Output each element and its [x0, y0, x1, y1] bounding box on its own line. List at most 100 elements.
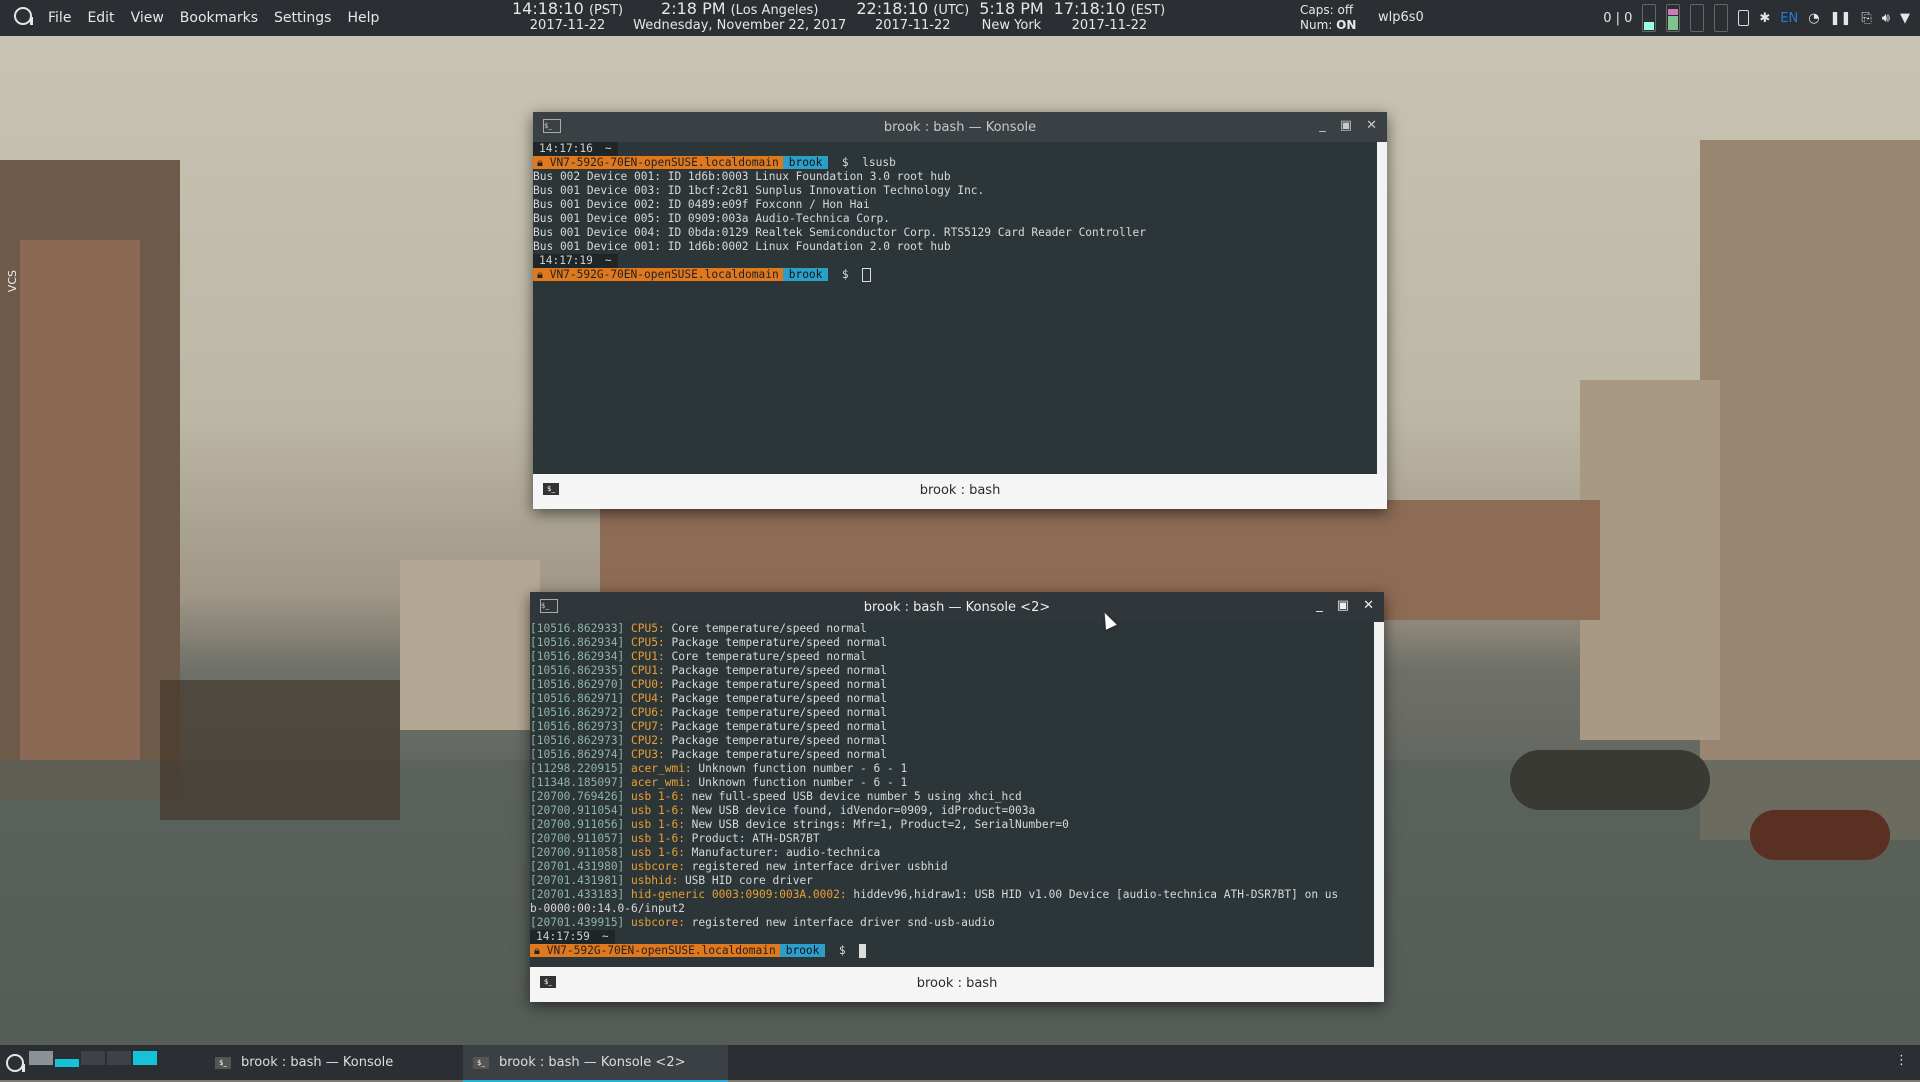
keyboard-indicator[interactable]: Caps: off Num: ON: [1300, 3, 1356, 33]
maximize-button[interactable]: ▣: [1337, 598, 1349, 613]
log-device: usb 1-6:: [631, 790, 685, 803]
cpu-meter[interactable]: [1642, 4, 1657, 32]
taskbar-item-konsole-2[interactable]: $_ brook : bash — Konsole <2>: [463, 1045, 728, 1082]
minimize-button[interactable]: _: [1319, 118, 1326, 133]
clock-date: New York: [981, 18, 1042, 33]
clock-est[interactable]: 17:18:10 (EST) 2017-11-22: [1054, 1, 1166, 34]
clock-date: Wednesday, November 22, 2017: [633, 18, 847, 33]
clock-date: 2017-11-22: [529, 18, 606, 33]
log-message: New USB device strings: Mfr=1, Product=2…: [684, 818, 1069, 831]
log-line: [10516.862970] CPU0: Package temperature…: [530, 678, 1338, 692]
clock-zone: (Los Angeles): [730, 3, 819, 18]
log-timestamp: [10516.862970]: [530, 678, 625, 691]
disk-meter[interactable]: [1714, 4, 1729, 32]
menu-file[interactable]: File: [40, 10, 79, 26]
prompt-time: 14:17:16: [533, 142, 599, 156]
clock-date: 2017-11-22: [874, 18, 951, 33]
log-line: [10516.862973] CPU2: Package temperature…: [530, 734, 1338, 748]
log-timestamp: [10516.862973]: [530, 734, 625, 747]
dropdown-icon[interactable]: ▼: [1900, 11, 1910, 26]
konsole-window-1[interactable]: $_ brook : bash — Konsole _ ▣ ✕ 14:17:16…: [533, 112, 1387, 509]
clock-pst[interactable]: 14:18:10 (PST) 2017-11-22: [512, 1, 623, 34]
log-timestamp: [10516.862934]: [530, 636, 625, 649]
desktop-4[interactable]: [107, 1051, 131, 1065]
desktop-1[interactable]: [29, 1051, 53, 1065]
counter-display[interactable]: 0 | 0: [1603, 11, 1632, 26]
prompt-user: brook: [779, 944, 826, 957]
log-device: usb 1-6:: [631, 818, 685, 831]
desktop-3[interactable]: [81, 1051, 105, 1065]
log-line: [11348.185097] acer_wmi: Unknown functio…: [530, 776, 1338, 790]
log-timestamp: [20700.911054]: [530, 804, 625, 817]
tab-brook-bash[interactable]: brook : bash: [530, 976, 1384, 991]
output-line: Bus 001 Device 004: ID 0bda:0129 Realtek…: [533, 226, 1146, 239]
app-launcher-icon[interactable]: [6, 1054, 25, 1076]
output-line: Bus 002 Device 001: ID 1d6b:0003 Linux F…: [533, 170, 951, 183]
bluetooth-icon[interactable]: ✱: [1759, 11, 1770, 26]
scrollbar[interactable]: [1377, 142, 1387, 474]
log-timestamp: [10516.862973]: [530, 720, 625, 733]
log-line: [20701.431980] usbcore: registered new i…: [530, 860, 1338, 874]
lock-icon: 🔒︎: [537, 268, 543, 281]
keyboard-layout[interactable]: EN: [1780, 11, 1798, 26]
menu-bookmarks[interactable]: Bookmarks: [172, 10, 266, 26]
log-device: CPU1:: [631, 664, 665, 677]
battery-icon[interactable]: [1738, 10, 1750, 26]
clock-group[interactable]: 14:18:10 (PST) 2017-11-22 2:18 PM (Los A…: [512, 0, 1166, 34]
log-line: b-0000:00:14.0-6/input2: [530, 902, 1338, 916]
memory-meter[interactable]: [1666, 4, 1681, 32]
log-message: Unknown function number - 6 - 1: [691, 776, 908, 789]
window-titlebar[interactable]: $_ brook : bash — Konsole <2> _ ▣ ✕: [530, 592, 1384, 622]
prompt-host: 🔒︎ VN7-592G-70EN-openSUSE.localdomain: [533, 268, 783, 281]
log-timestamp: [10516.862935]: [530, 664, 625, 677]
panel-options-icon[interactable]: ⋮: [1895, 1053, 1908, 1068]
taskbar-item-konsole-1[interactable]: $_ brook : bash — Konsole: [205, 1045, 465, 1080]
window-titlebar[interactable]: $_ brook : bash — Konsole _ ▣ ✕: [533, 112, 1387, 142]
clip-icon[interactable]: ⎘: [1861, 11, 1871, 26]
menu-edit[interactable]: Edit: [79, 10, 122, 26]
close-button[interactable]: ✕: [1366, 118, 1377, 133]
log-device: CPU5:: [631, 622, 665, 635]
clock-new-york[interactable]: 5:18 PM New York: [979, 1, 1043, 34]
virtual-desktop-pager[interactable]: [28, 1051, 158, 1067]
minimize-button[interactable]: _: [1316, 598, 1323, 613]
caps-value: off: [1337, 3, 1354, 17]
menu-view[interactable]: View: [123, 10, 172, 26]
prompt-timestamp-line: 14:17:59 ~: [530, 930, 1338, 944]
desktop-5[interactable]: [133, 1051, 157, 1065]
prompt-line: 🔒︎ VN7-592G-70EN-openSUSE.localdomain bro…: [533, 156, 1146, 170]
log-message: Core temperature/speed normal: [664, 650, 867, 663]
maximize-button[interactable]: ▣: [1340, 118, 1352, 133]
scrollbar[interactable]: [1374, 622, 1384, 967]
clock-time: 2:18 PM: [661, 0, 726, 18]
swap-meter[interactable]: [1690, 4, 1705, 32]
menu-help[interactable]: Help: [339, 10, 387, 26]
log-message: registered new interface driver snd-usb-…: [684, 916, 995, 929]
terminal-output[interactable]: 14:17:16 ~ 🔒︎ VN7-592G-70EN-openSUSE.local…: [533, 142, 1146, 282]
wifi-icon[interactable]: ◔: [1808, 11, 1819, 26]
task-label: brook : bash — Konsole <2>: [499, 1055, 686, 1070]
log-line: [11298.220915] acer_wmi: Unknown functio…: [530, 762, 1338, 776]
pause-icon[interactable]: ❚❚: [1830, 11, 1852, 26]
tab-bar: $_ brook : bash: [533, 474, 1387, 509]
volume-icon[interactable]: 🔊︎: [1882, 11, 1890, 26]
desktop-2[interactable]: [55, 1059, 79, 1067]
terminal-output[interactable]: [10516.862933] CPU5: Core temperature/sp…: [530, 622, 1338, 958]
clock-los-angeles[interactable]: 2:18 PM (Los Angeles) Wednesday, Novembe…: [633, 0, 847, 34]
menu-settings[interactable]: Settings: [266, 10, 339, 26]
log-timestamp: [10516.862972]: [530, 706, 625, 719]
log-timestamp: [11348.185097]: [530, 776, 625, 789]
konsole-window-2[interactable]: $_ brook : bash — Konsole <2> _ ▣ ✕ [105…: [530, 592, 1384, 1002]
close-button[interactable]: ✕: [1363, 598, 1374, 613]
log-timestamp: [20701.431980]: [530, 860, 625, 873]
tab-brook-bash[interactable]: brook : bash: [533, 483, 1387, 498]
log-line: [10516.862934] CPU1: Core temperature/sp…: [530, 650, 1338, 664]
clock-date: 2017-11-22: [1071, 18, 1148, 33]
clock-zone: (UTC): [933, 3, 970, 18]
log-message: Package temperature/speed normal: [664, 734, 888, 747]
app-launcher-icon[interactable]: [6, 7, 40, 29]
clock-utc[interactable]: 22:18:10 (UTC) 2017-11-22: [856, 1, 970, 34]
network-interface[interactable]: wlp6s0: [1378, 10, 1424, 25]
host-text: VN7-592G-70EN-openSUSE.localdomain: [549, 156, 779, 169]
log-line: [10516.862974] CPU3: Package temperature…: [530, 748, 1338, 762]
